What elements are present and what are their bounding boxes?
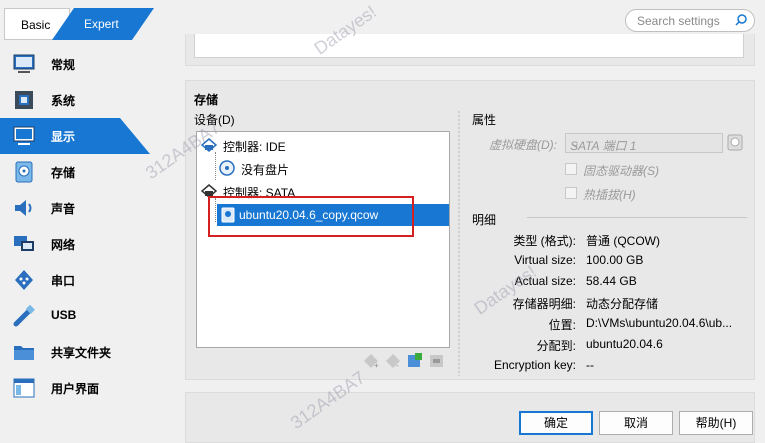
add-controller-icon[interactable]: + — [363, 353, 379, 369]
highlight-box — [208, 196, 414, 237]
detail-key: Encryption key: — [493, 358, 576, 372]
remove-controller-icon[interactable]: - — [385, 353, 401, 369]
solid-state-label: 固态驱动器(S) — [583, 164, 659, 178]
hard-disk-select[interactable]: SATA 端口 1 ⌄ — [565, 133, 723, 153]
sidebar-item-label: 共享文件夹 — [51, 346, 112, 360]
sidebar-item-storage[interactable]: 存储 — [0, 154, 185, 190]
sidebar-item-serial[interactable]: 串口 — [0, 262, 185, 298]
solid-state-checkbox[interactable] — [565, 163, 577, 175]
storage-title: 存储 — [194, 93, 219, 107]
usb-icon — [13, 304, 35, 327]
sidebar-item-usb[interactable]: USB — [0, 298, 185, 334]
hot-pluggable-checkbox[interactable] — [565, 187, 577, 199]
sidebar: Basic Expert 常规 系统 显示 存储 声音 网络 串口 USB 共享… — [0, 0, 185, 443]
hot-pluggable-label: 热插拔(H) — [583, 188, 636, 202]
detail-key: Virtual size: — [514, 253, 576, 267]
expert-mode-label: Expert — [84, 17, 119, 31]
help-button[interactable]: 帮助(H) — [679, 411, 753, 435]
sidebar-item-audio[interactable]: 声音 — [0, 190, 185, 226]
detail-value: D:\VMs\ubuntu20.04.6\ub... — [586, 316, 733, 330]
display-settings-content — [194, 34, 744, 58]
sidebar-item-network[interactable]: 网络 — [0, 226, 185, 262]
basic-mode-label: Basic — [21, 18, 51, 32]
detail-key: 存储器明细: — [512, 297, 576, 311]
detail-key: 分配到: — [536, 339, 576, 353]
detail-value: -- — [586, 358, 594, 372]
detail-key: 位置: — [548, 318, 576, 332]
detail-value: 58.44 GB — [586, 274, 637, 288]
sidebar-item-label: 显示 — [51, 130, 76, 144]
optical-disc-icon — [219, 160, 235, 176]
sidebar-item-label: 串口 — [51, 274, 76, 288]
sidebar-item-label: 声音 — [51, 202, 76, 216]
detail-key: Actual size: — [514, 274, 576, 288]
storage-disk-icon — [15, 161, 33, 183]
sidebar-item-display[interactable]: 显示 — [0, 118, 150, 154]
user-interface-icon — [13, 378, 35, 398]
svg-text:+: + — [374, 361, 379, 369]
network-icon — [14, 236, 34, 251]
details-divider — [527, 217, 747, 218]
detail-value: 普通 (QCOW) — [586, 234, 660, 248]
devices-label: 设备(D) — [194, 113, 235, 127]
attributes-label: 属性 — [472, 113, 497, 127]
sidebar-item-label: 用户界面 — [51, 382, 100, 396]
ok-button[interactable]: 确定 — [519, 411, 593, 435]
hard-disk-label: 虚拟硬盘(D): — [489, 138, 557, 152]
tree-item-label: 没有盘片 — [241, 163, 290, 177]
add-attachment-icon[interactable] — [407, 353, 423, 369]
storage-toolbar: + - — [361, 353, 451, 371]
detail-value: 动态分配存储 — [586, 297, 659, 311]
detail-value: 100.00 GB — [586, 253, 644, 267]
sidebar-item-label: USB — [51, 308, 77, 322]
cancel-button[interactable]: 取消 — [599, 411, 673, 435]
shared-folder-icon — [14, 346, 34, 360]
audio-speaker-icon — [15, 200, 32, 216]
tree-item-ide-controller[interactable]: 控制器: IDE — [197, 134, 449, 156]
tree-item-label: 控制器: IDE — [223, 140, 286, 154]
sidebar-item-general[interactable]: 常规 — [0, 46, 185, 82]
svg-text:-: - — [396, 361, 399, 369]
sidebar-item-label: 网络 — [51, 238, 76, 252]
sidebar-item-shared-folders[interactable]: 共享文件夹 — [0, 334, 185, 370]
detail-key: 类型 (格式): — [513, 234, 576, 248]
detail-value: ubuntu20.04.6 — [586, 337, 663, 351]
general-monitor-icon — [13, 54, 35, 73]
choose-disk-icon[interactable] — [727, 134, 743, 151]
sidebar-item-user-interface[interactable]: 用户界面 — [0, 370, 185, 406]
storage-tree[interactable]: 控制器: IDE 没有盘片 控制器: SATA ubuntu20.04.6_co… — [196, 131, 450, 348]
sidebar-item-system[interactable]: 系统 — [0, 82, 185, 118]
controller-icon — [201, 138, 217, 152]
sidebar-item-label: 存储 — [51, 166, 76, 180]
mode-toggle: Basic Expert — [4, 8, 154, 40]
serial-port-icon — [15, 270, 33, 290]
remove-attachment-icon[interactable] — [429, 353, 445, 369]
tree-item-empty-optical[interactable]: 没有盘片 — [197, 157, 449, 179]
sidebar-item-label: 系统 — [51, 94, 76, 108]
search-placeholder: Search settings — [637, 14, 720, 28]
search-input[interactable]: Search settings — [625, 9, 755, 32]
system-chip-icon — [15, 91, 33, 109]
display-monitor-icon — [13, 126, 35, 145]
details-label: 明细 — [472, 213, 497, 227]
search-icon[interactable] — [734, 13, 748, 27]
chevron-down-icon: ⌄ — [570, 136, 581, 150]
sidebar-item-label: 常规 — [51, 58, 76, 72]
display-settings-panel — [185, 34, 755, 66]
